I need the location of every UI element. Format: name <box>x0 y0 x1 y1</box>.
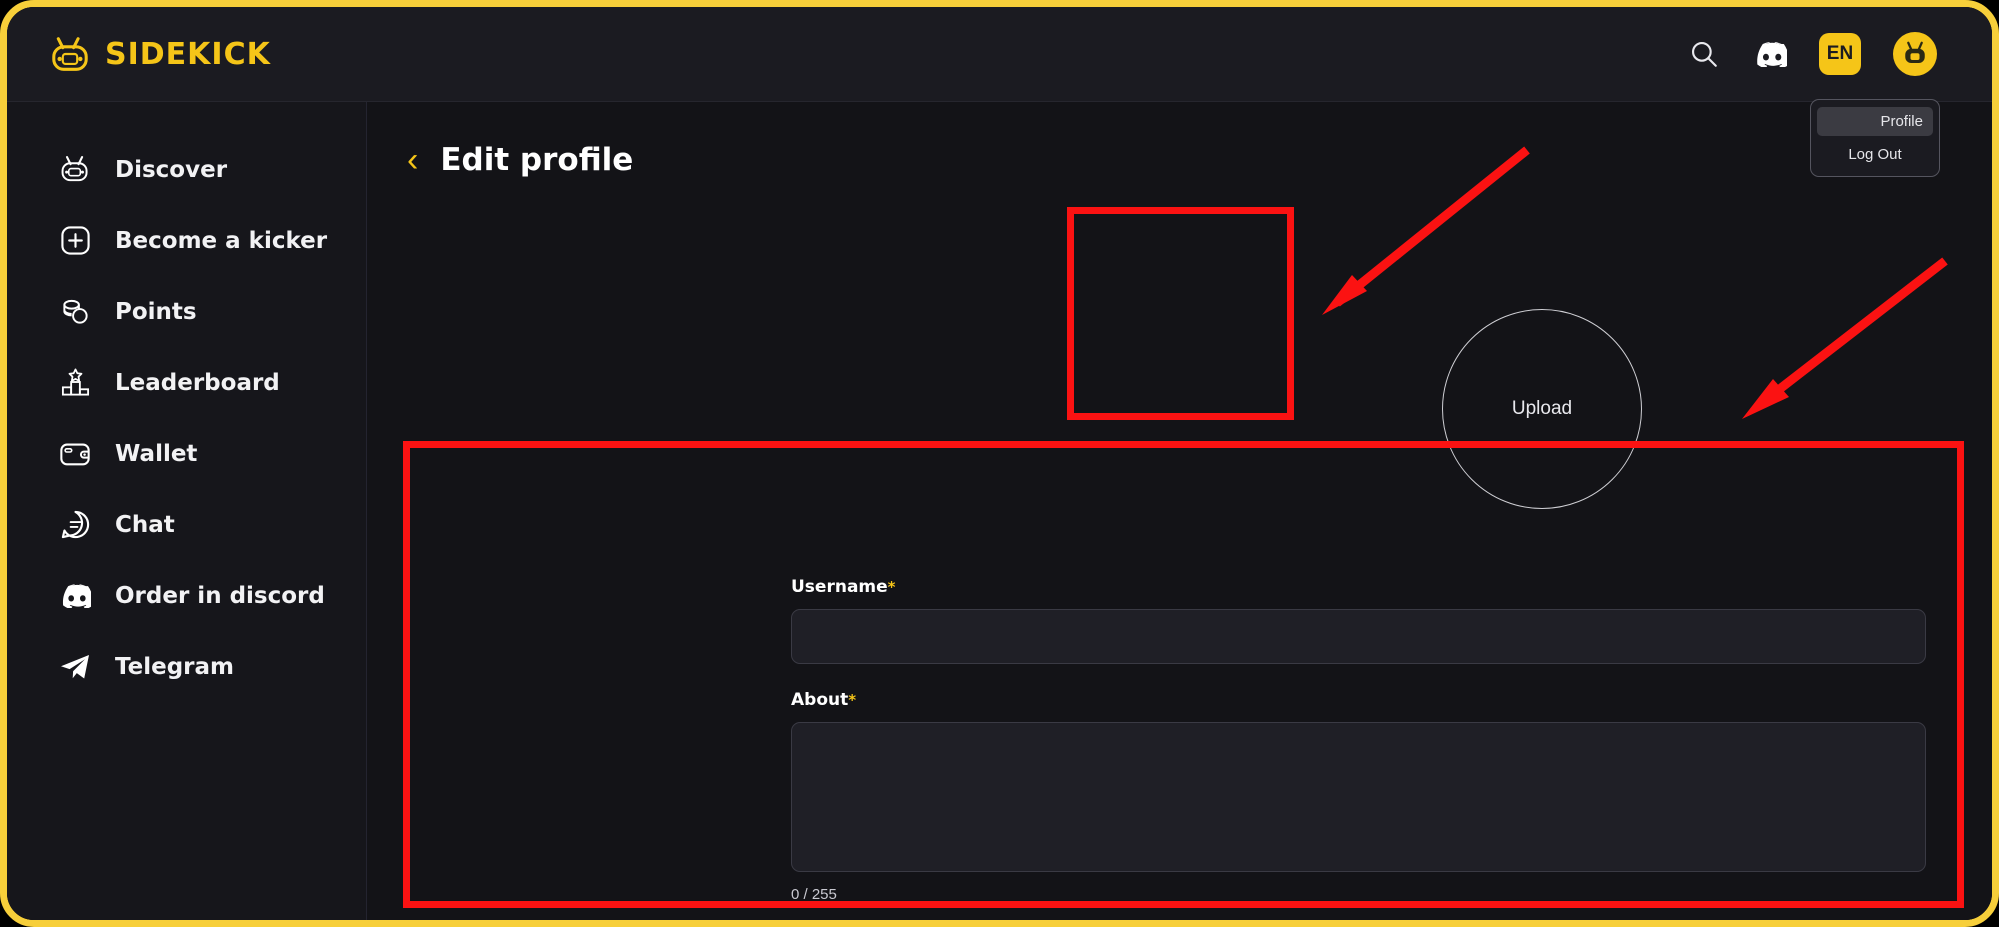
search-icon[interactable] <box>1687 37 1721 71</box>
profile-form: Username* About* 0 / 255 Birth date* <box>765 539 1952 910</box>
app-viewport: SIDEKICK EN Profile Log Out Discover Bec… <box>7 7 1992 920</box>
user-dropdown-menu[interactable]: Profile Log Out <box>1810 99 1940 177</box>
podium-star-icon <box>59 367 91 399</box>
page-title: Edit profile <box>440 142 634 178</box>
sidebar-item-leaderboard[interactable]: Leaderboard <box>7 347 366 418</box>
chat-bubble-icon <box>59 509 91 541</box>
sidebar-item-order-in-discord[interactable]: Order in discord <box>7 560 366 631</box>
wallet-icon <box>59 438 91 470</box>
sidebar-item-label: Become a kicker <box>115 227 328 254</box>
sidebar-item-points[interactable]: Points <box>7 276 366 347</box>
avatar[interactable] <box>1893 32 1937 76</box>
avatar-upload-button[interactable]: Upload <box>1442 309 1642 509</box>
browser-frame: SIDEKICK EN Profile Log Out Discover Bec… <box>0 0 1999 927</box>
plus-square-icon <box>59 225 91 257</box>
sidebar-item-telegram[interactable]: Telegram <box>7 631 366 702</box>
username-label-text: Username <box>791 577 888 597</box>
chevron-left-icon[interactable]: ‹ <box>407 143 418 177</box>
sidebar-item-label: Telegram <box>115 653 235 680</box>
menu-item-log-out[interactable]: Log Out <box>1817 140 1933 169</box>
required-marker: * <box>887 578 896 596</box>
sidebar-item-label: Chat <box>115 511 175 538</box>
sidebar-item-label: Wallet <box>115 440 198 467</box>
menu-item-profile[interactable]: Profile <box>1817 107 1933 136</box>
about-textarea[interactable] <box>791 722 1926 872</box>
telegram-icon <box>59 651 91 683</box>
sidebar-item-label: Leaderboard <box>115 369 280 396</box>
main-content: ‹ Edit profile Upload Username* About* 0… <box>367 102 1992 920</box>
brand-logo[interactable]: SIDEKICK <box>49 36 271 72</box>
page-header: ‹ Edit profile <box>367 102 1992 178</box>
bot-head-icon <box>59 154 91 186</box>
brand-name: SIDEKICK <box>105 36 271 72</box>
sidebar-item-chat[interactable]: Chat <box>7 489 366 560</box>
sidebar-item-label: Points <box>115 298 197 325</box>
sidebar-item-label: Discover <box>115 156 228 183</box>
about-character-counter: 0 / 255 <box>791 886 837 903</box>
header-actions: EN <box>1687 32 1937 76</box>
app-header: SIDEKICK EN <box>7 7 1992 102</box>
discord-icon <box>59 580 91 612</box>
sidebar-item-wallet[interactable]: Wallet <box>7 418 366 489</box>
required-marker: * <box>848 691 857 709</box>
bot-head-icon <box>49 36 91 72</box>
about-label-text: About <box>791 690 849 710</box>
coins-icon <box>59 296 91 328</box>
language-badge[interactable]: EN <box>1819 33 1861 75</box>
discord-icon[interactable] <box>1753 37 1787 71</box>
sidebar-nav: Discover Become a kicker Points Leaderbo… <box>7 102 367 920</box>
about-label: About* <box>791 690 1926 710</box>
username-label: Username* <box>791 577 1926 597</box>
sidebar-item-become-a-kicker[interactable]: Become a kicker <box>7 205 366 276</box>
sidebar-item-discover[interactable]: Discover <box>7 134 366 205</box>
sidebar-item-label: Order in discord <box>115 582 325 609</box>
avatar-upload-area: Upload <box>1430 304 1654 514</box>
username-input[interactable] <box>791 609 1926 664</box>
